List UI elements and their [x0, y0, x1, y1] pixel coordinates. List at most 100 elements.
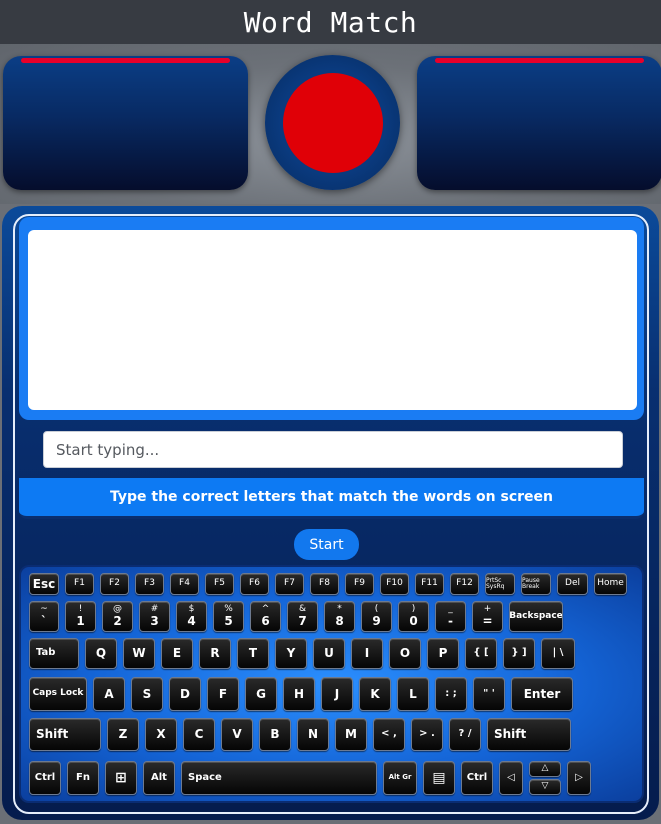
instruction-text: Type the correct letters that match the …	[19, 478, 644, 519]
key-f10[interactable]: F10	[380, 573, 409, 595]
key-caps-lock[interactable]: Caps Lock	[29, 677, 87, 711]
arrow-left-icon[interactable]: ◁	[499, 761, 523, 795]
key-comma[interactable]: < ,	[373, 718, 405, 751]
key-f1[interactable]: F1	[65, 573, 94, 595]
key-9[interactable]: (9	[361, 601, 392, 632]
key-l[interactable]: L	[397, 677, 429, 711]
key-period[interactable]: > .	[411, 718, 443, 751]
key-f4[interactable]: F4	[170, 573, 199, 595]
key-left-bracket[interactable]: { [	[465, 638, 497, 669]
keyboard-row-home: Caps Lock A S D F G H J K L : ; " ' Ente…	[29, 677, 634, 711]
arrow-down-icon[interactable]: ▽	[529, 779, 561, 795]
key-0[interactable]: ) 0	[398, 601, 429, 632]
key-backspace[interactable]: Backspace	[509, 601, 563, 632]
key-y[interactable]: Y	[275, 638, 307, 669]
key-8[interactable]: * 8	[324, 601, 355, 632]
key-tab[interactable]: Tab	[29, 638, 79, 669]
key-f11[interactable]: F11	[415, 573, 444, 595]
key-d[interactable]: D	[169, 677, 201, 711]
keyboard-row-qwerty: Tab Q W E R T Y U I O P { [ } ] | \	[29, 638, 634, 669]
key-3[interactable]: #3	[139, 601, 170, 632]
windows-key-icon[interactable]: ⊞	[105, 761, 137, 795]
key-pause[interactable]: Pause Break	[521, 573, 551, 595]
key-esc[interactable]: Esc	[29, 573, 59, 595]
player-panel-left	[3, 56, 248, 190]
key-ctrl-left[interactable]: Ctrl	[29, 761, 61, 795]
app-title: Word Match	[0, 0, 661, 44]
key-alt[interactable]: Alt	[143, 761, 175, 795]
key-r[interactable]: R	[199, 638, 231, 669]
keyboard-row-modifiers: Ctrl Fn ⊞ Alt Space Alt Gr ▤ Ctrl ◁ △ ▽ …	[29, 761, 634, 795]
key-f3[interactable]: F3	[135, 573, 164, 595]
key-6[interactable]: ^ 6	[250, 601, 281, 632]
key-right-bracket[interactable]: } ]	[503, 638, 535, 669]
key-home[interactable]: Home	[594, 573, 627, 595]
key-f9[interactable]: F9	[345, 573, 374, 595]
key-z[interactable]: Z	[107, 718, 139, 751]
arrow-key-cluster: △ ▽	[529, 761, 561, 795]
start-button[interactable]: Start	[294, 529, 359, 560]
key-enter[interactable]: Enter	[511, 677, 573, 711]
key-h[interactable]: H	[283, 677, 315, 711]
key-f6[interactable]: F6	[240, 573, 269, 595]
key-o[interactable]: O	[389, 638, 421, 669]
virtual-keyboard: Esc F1 F2 F3 F4 F5 F6 F7 F8 F9 F10 F11 F…	[19, 565, 644, 803]
key-q[interactable]: Q	[85, 638, 117, 669]
key-t[interactable]: T	[237, 638, 269, 669]
player-panel-right	[417, 56, 661, 190]
arrow-up-icon[interactable]: △	[529, 761, 561, 777]
key-prtsc[interactable]: PrtSc SysRq	[485, 573, 515, 595]
key-alt-gr[interactable]: Alt Gr	[383, 761, 417, 795]
key-u[interactable]: U	[313, 638, 345, 669]
key-b[interactable]: B	[259, 718, 291, 751]
key-a[interactable]: A	[93, 677, 125, 711]
key-s[interactable]: S	[131, 677, 163, 711]
key-k[interactable]: K	[359, 677, 391, 711]
health-bar-left	[21, 58, 230, 63]
key-m[interactable]: M	[335, 718, 367, 751]
key-v[interactable]: V	[221, 718, 253, 751]
key-7[interactable]: & 7	[287, 601, 318, 632]
key-j[interactable]: J	[321, 677, 353, 711]
key-f8[interactable]: F8	[310, 573, 339, 595]
key-f12[interactable]: F12	[450, 573, 479, 595]
key-f7[interactable]: F7	[275, 573, 304, 595]
key-shift-right[interactable]: Shift	[487, 718, 571, 751]
key-f5[interactable]: F5	[205, 573, 234, 595]
key-f[interactable]: F	[207, 677, 239, 711]
key-n[interactable]: N	[297, 718, 329, 751]
menu-key-icon[interactable]: ▤	[423, 761, 455, 795]
key-e[interactable]: E	[161, 638, 193, 669]
keyboard-row-function: Esc F1 F2 F3 F4 F5 F6 F7 F8 F9 F10 F11 F…	[29, 573, 634, 595]
key-i[interactable]: I	[351, 638, 383, 669]
key-backslash[interactable]: | \	[541, 638, 575, 669]
key-g[interactable]: G	[245, 677, 277, 711]
key-w[interactable]: W	[123, 638, 155, 669]
health-bar-right	[435, 58, 644, 63]
key-2[interactable]: @2	[102, 601, 133, 632]
key-equals[interactable]: + =	[472, 601, 503, 632]
key-5[interactable]: % 5	[213, 601, 244, 632]
key-x[interactable]: X	[145, 718, 177, 751]
key-semicolon[interactable]: : ;	[435, 677, 467, 711]
status-ring	[265, 55, 400, 190]
key-fn[interactable]: Fn	[67, 761, 99, 795]
arrow-right-icon[interactable]: ▷	[567, 761, 591, 795]
key-del[interactable]: Del	[557, 573, 588, 595]
key-space[interactable]: Space	[181, 761, 377, 795]
key-backtick[interactable]: ~ `	[29, 601, 59, 632]
key-f2[interactable]: F2	[100, 573, 129, 595]
key-minus[interactable]: _ -	[435, 601, 466, 632]
key-p[interactable]: P	[427, 638, 459, 669]
keyboard-row-bottom-letters: Shift Z X C V B N M < , > . ? / Shift	[29, 718, 634, 751]
key-1[interactable]: ! 1	[65, 601, 96, 632]
key-ctrl-right[interactable]: Ctrl	[461, 761, 493, 795]
word-display-area	[28, 230, 637, 410]
key-slash[interactable]: ? /	[449, 718, 481, 751]
key-4[interactable]: $4	[176, 601, 207, 632]
key-c[interactable]: C	[183, 718, 215, 751]
typing-input[interactable]	[43, 431, 623, 468]
status-indicator	[282, 72, 383, 173]
key-quote[interactable]: " '	[473, 677, 505, 711]
key-shift-left[interactable]: Shift	[29, 718, 101, 751]
